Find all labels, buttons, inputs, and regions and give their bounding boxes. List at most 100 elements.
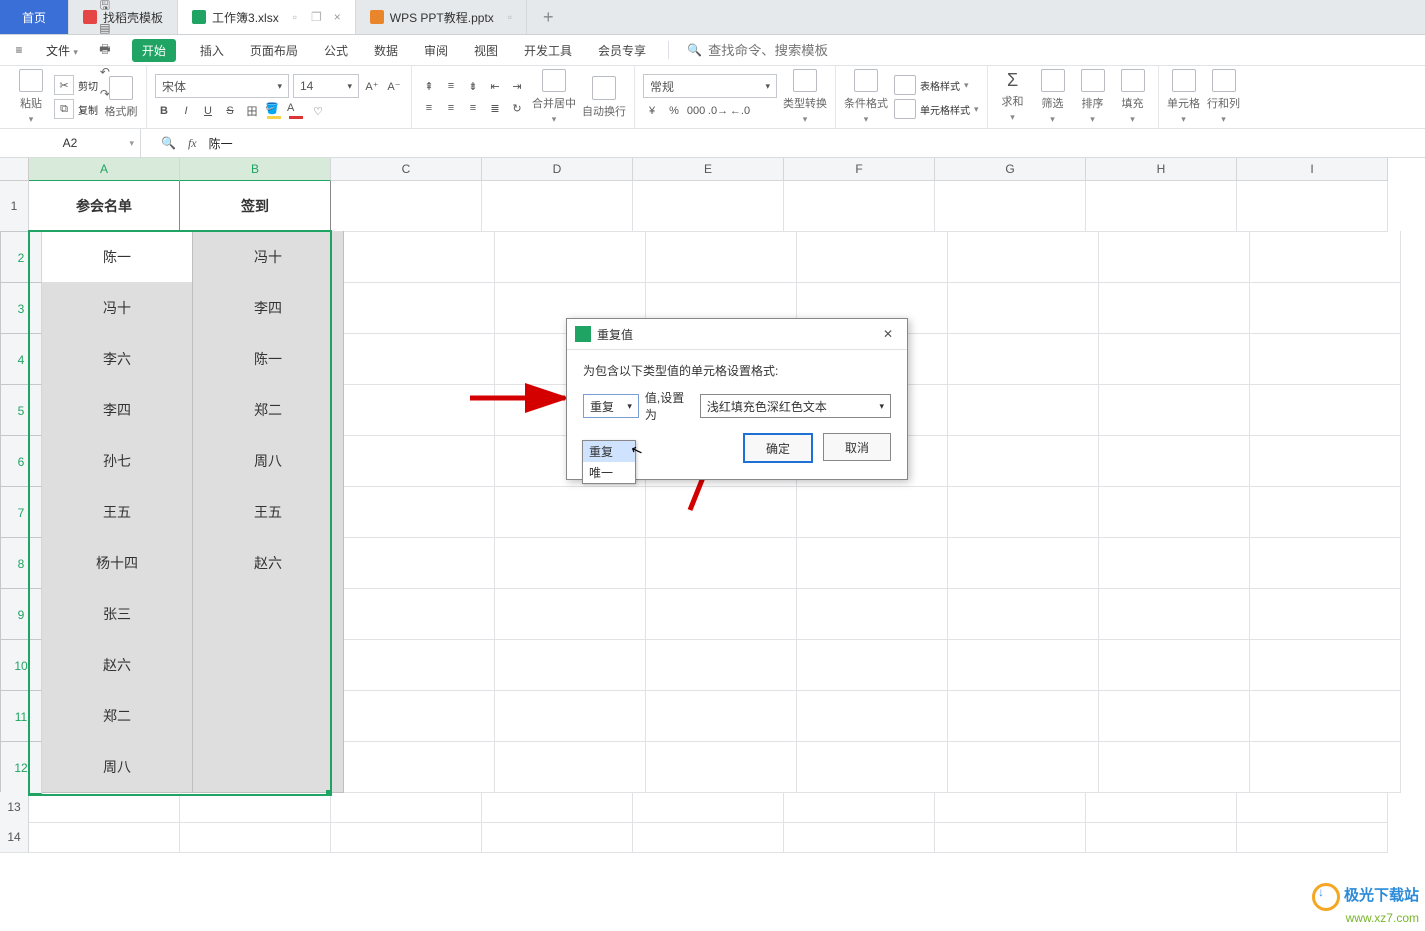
cell[interactable] [646, 486, 797, 538]
ribbon-tab-dev[interactable]: 开发工具 [516, 42, 580, 59]
cell[interactable] [344, 690, 495, 742]
cell[interactable] [948, 588, 1099, 640]
cell[interactable]: 陈一 [193, 333, 344, 385]
row-header[interactable]: 4 [0, 333, 42, 386]
font-name-select[interactable]: 宋体▾ [155, 74, 289, 98]
tab-new[interactable]: + [527, 0, 570, 34]
cell[interactable] [1099, 588, 1250, 640]
row-header[interactable]: 11 [0, 690, 42, 743]
cell[interactable] [646, 639, 797, 691]
cell[interactable] [482, 181, 633, 232]
row-header[interactable]: 9 [0, 588, 42, 641]
cell[interactable] [344, 639, 495, 691]
cell[interactable] [331, 181, 482, 232]
cell[interactable] [344, 741, 495, 793]
save-icon[interactable]: 🖫 [94, 0, 116, 17]
ribbon-tab-start[interactable]: 开始 [132, 39, 176, 62]
cell[interactable] [344, 588, 495, 640]
percent-icon[interactable]: % [665, 102, 683, 120]
cell[interactable] [948, 741, 1099, 793]
zoom-icon[interactable]: 🔍 [161, 136, 176, 150]
row-header[interactable]: 3 [0, 282, 42, 335]
orientation-icon[interactable]: ↻ [508, 99, 526, 117]
cell[interactable] [495, 231, 646, 283]
align-bottom-icon[interactable]: ⇟ [464, 77, 482, 95]
border-button[interactable]: 田 [243, 102, 261, 120]
cell[interactable]: 张三 [42, 588, 193, 640]
tab-restore-icon[interactable]: ❐ [311, 10, 322, 24]
cell[interactable]: 冯十 [193, 231, 344, 283]
align-left-icon[interactable]: ≡ [420, 99, 438, 117]
cut-icon[interactable]: ✂ [54, 75, 74, 95]
cell[interactable] [1099, 639, 1250, 691]
cell[interactable]: 赵六 [193, 537, 344, 589]
ribbon-tab-member[interactable]: 会员专享 [590, 42, 654, 59]
tab-workbook[interactable]: 工作簿3.xlsx ▫ ❐ × [178, 0, 356, 34]
paste-button[interactable]: 粘贴 [14, 69, 48, 125]
cell[interactable] [1237, 822, 1388, 853]
cell[interactable] [948, 333, 1099, 385]
row-header[interactable]: 6 [0, 435, 42, 488]
row-header[interactable]: 7 [0, 486, 42, 539]
row-header[interactable]: 12 [0, 741, 42, 794]
row-header[interactable]: 13 [0, 792, 29, 823]
cell[interactable] [344, 282, 495, 334]
table-style-icon[interactable] [894, 75, 916, 95]
file-menu[interactable]: 文件 ▾ [40, 42, 84, 59]
search-input[interactable] [706, 42, 870, 59]
currency-icon[interactable]: ¥ [643, 102, 661, 120]
fill-color-button[interactable]: 🪣 [265, 102, 283, 120]
cell[interactable] [1099, 741, 1250, 793]
cell[interactable] [797, 486, 948, 538]
cell[interactable] [1250, 537, 1401, 589]
cell[interactable] [1250, 486, 1401, 538]
cell[interactable]: 王五 [193, 486, 344, 538]
cell[interactable] [193, 588, 344, 640]
font-color-button[interactable]: A [287, 102, 305, 120]
cell[interactable]: 参会名单 [29, 181, 180, 232]
cell[interactable]: 郑二 [193, 384, 344, 436]
cell[interactable] [948, 639, 1099, 691]
cell[interactable] [935, 181, 1086, 232]
cell[interactable] [784, 822, 935, 853]
cell[interactable]: 李四 [193, 282, 344, 334]
rowcol-button[interactable]: 行和列 [1207, 69, 1241, 125]
cell[interactable] [948, 486, 1099, 538]
cell[interactable] [633, 792, 784, 823]
phonetic-button[interactable]: ♡ [309, 102, 327, 120]
cell[interactable] [344, 231, 495, 283]
cell[interactable] [344, 333, 495, 385]
cell[interactable] [1250, 435, 1401, 487]
cell[interactable] [1099, 435, 1250, 487]
command-search[interactable]: 🔍 [687, 42, 870, 59]
merge-center-button[interactable]: 合并居中 [532, 69, 576, 125]
format-style-select[interactable]: 浅红填充色深红色文本▾ [700, 394, 891, 418]
indent-inc-icon[interactable]: ⇥ [508, 77, 526, 95]
cell[interactable] [193, 639, 344, 691]
cell[interactable] [1099, 384, 1250, 436]
cell[interactable] [193, 741, 344, 793]
italic-button[interactable]: I [177, 102, 195, 120]
cell[interactable] [797, 690, 948, 742]
cell[interactable] [797, 639, 948, 691]
cancel-button[interactable]: 取消 [823, 433, 891, 461]
col-header-c[interactable]: C [331, 158, 482, 181]
inc-decimal-icon[interactable]: .0→ [709, 102, 727, 120]
cell[interactable] [948, 435, 1099, 487]
font-size-select[interactable]: 14▾ [293, 74, 359, 98]
col-header-b[interactable]: B [180, 158, 331, 181]
align-middle-icon[interactable]: ≡ [442, 77, 460, 95]
cell[interactable] [29, 792, 180, 823]
cell[interactable] [1237, 792, 1388, 823]
tab-menu-icon[interactable]: ▫ [508, 10, 512, 24]
cell[interactable] [29, 822, 180, 853]
print-icon[interactable]: 🖶 [94, 39, 116, 61]
cell[interactable] [1099, 333, 1250, 385]
underline-button[interactable]: U [199, 102, 217, 120]
cell[interactable] [193, 690, 344, 742]
row-header[interactable]: 1 [0, 181, 29, 232]
cell[interactable] [784, 792, 935, 823]
cell[interactable] [482, 792, 633, 823]
cell[interactable] [1237, 181, 1388, 232]
col-header-i[interactable]: I [1237, 158, 1388, 181]
